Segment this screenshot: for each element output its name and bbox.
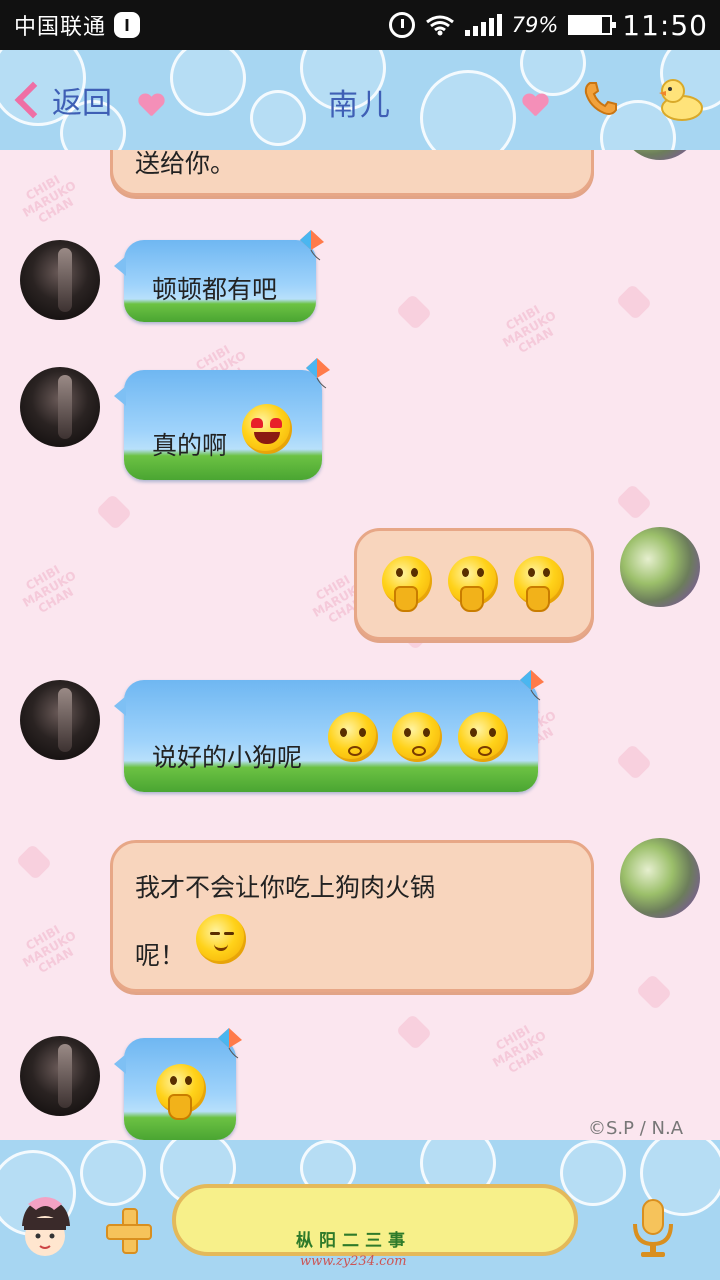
frown-emoji	[328, 712, 378, 762]
avatar-self[interactable]	[620, 838, 700, 918]
watermark-text: 枞阳二三事	[296, 1231, 411, 1251]
status-bar: 中国联通 l 79% 11:50	[0, 0, 720, 50]
message-text-line2: 呢！	[135, 941, 186, 970]
message-text: 真的啊	[152, 431, 228, 460]
thinking-emoji	[382, 556, 432, 612]
frown-emoji	[458, 712, 508, 762]
notification-badge: l	[114, 12, 141, 38]
battery-percent: 79%	[511, 13, 559, 37]
microphone-button[interactable]	[630, 1198, 676, 1258]
avatar-contact[interactable]	[20, 680, 100, 760]
thinking-emoji	[156, 1064, 206, 1120]
alarm-icon	[388, 12, 415, 38]
phone-call-button[interactable]	[582, 80, 620, 118]
kite-icon	[294, 228, 328, 262]
clock: 11:50	[622, 8, 708, 42]
thinking-emoji	[514, 556, 564, 612]
avatar-contact[interactable]	[20, 367, 100, 447]
watermark-url: www.zy234.com	[300, 1254, 407, 1269]
frown-emoji	[392, 712, 442, 762]
signal-icon	[464, 14, 502, 36]
chat-header: 返回 南儿	[0, 50, 720, 150]
duck-icon[interactable]	[656, 74, 704, 122]
smug-emoji	[196, 914, 246, 964]
kite-icon	[212, 1026, 246, 1060]
message-text: 说好的小狗呢	[152, 743, 303, 772]
avatar-contact[interactable]	[20, 1036, 100, 1116]
kite-icon	[514, 668, 548, 702]
add-attachment-button[interactable]	[106, 1208, 152, 1254]
avatar-contact[interactable]	[20, 240, 100, 320]
battery-icon	[568, 15, 617, 35]
kite-icon	[300, 356, 334, 390]
thinking-emoji	[448, 556, 498, 612]
carrier-name: 中国联通	[14, 15, 107, 40]
battery-fill	[570, 17, 602, 33]
avatar-self[interactable]	[620, 527, 700, 607]
message-bubble-received[interactable]	[114, 370, 322, 480]
chat-area[interactable]: CHIBIMARUKOCHAN CHIBIMARUKOCHAN CHIBIMAR…	[0, 150, 720, 1140]
copyright-notice: ©S.P / N.A	[588, 1118, 684, 1139]
message-text: 顿顿都有吧	[152, 275, 278, 304]
heart-eyes-emoji	[242, 404, 292, 454]
maruko-avatar-icon[interactable]	[14, 1196, 76, 1262]
message-text: 送给你。	[135, 150, 236, 178]
avatar-self[interactable]	[620, 150, 700, 160]
message-text-line1: 我才不会让你吃上狗肉火锅	[135, 873, 436, 902]
wifi-icon	[425, 14, 455, 36]
